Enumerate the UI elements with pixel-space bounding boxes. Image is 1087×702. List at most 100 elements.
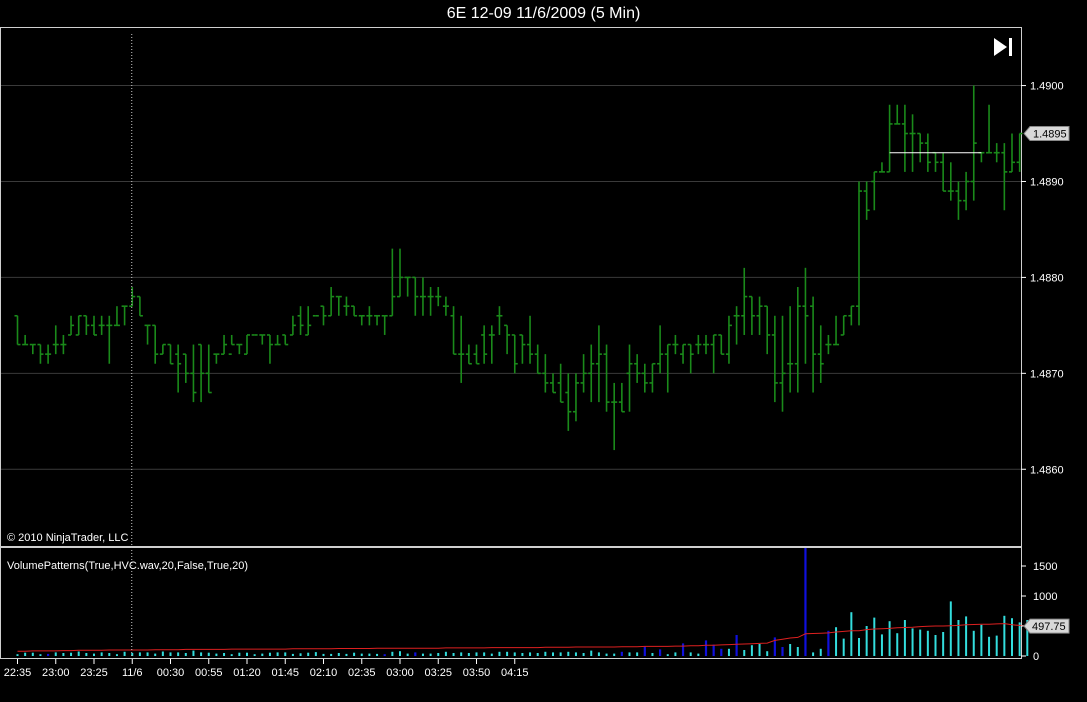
skip-to-end-icon[interactable] <box>991 35 1017 59</box>
ohlc-bar <box>657 325 664 374</box>
ohlc-bar <box>504 324 511 355</box>
ohlc-bar <box>511 334 518 374</box>
ohlc-bar <box>236 343 243 355</box>
ohlc-bar <box>297 306 304 335</box>
ohlc-bar <box>970 85 977 201</box>
price-tick-label: 1.4880 <box>1030 272 1064 284</box>
ohlc-bar <box>634 354 641 383</box>
ohlc-bar <box>244 334 250 355</box>
volume-moving-average <box>17 623 1028 652</box>
ohlc-bar <box>152 324 159 364</box>
ohlc-bar <box>572 373 579 422</box>
ohlc-bar <box>83 314 90 335</box>
copyright-text: © 2010 NinjaTrader, LLC <box>7 532 128 544</box>
time-axis[interactable]: 22:35 23:00 23:25 11/6 00:30 00:55 01:20 01:45 0… <box>4 659 529 679</box>
price-tick-label: 1.4870 <box>1030 368 1064 380</box>
ohlc-bar <box>748 295 755 335</box>
ohlc-bar <box>397 248 403 298</box>
ohlc-bar <box>175 344 182 393</box>
ohlc-bar <box>366 306 373 326</box>
ohlc-bar <box>603 344 610 412</box>
ohlc-bar <box>725 315 732 364</box>
time-tick-label: 23:25 <box>80 667 108 679</box>
ohlc-bar <box>45 344 52 364</box>
ohlc-bar <box>825 334 832 355</box>
time-tick-label: 23:00 <box>42 667 70 679</box>
ohlc-bar <box>435 287 442 307</box>
ohlc-bars <box>14 85 1023 451</box>
ohlc-bar <box>136 295 143 317</box>
time-tick-label: 11/6 <box>122 667 143 679</box>
ohlc-bar <box>389 248 396 317</box>
ohlc-bar <box>419 277 426 316</box>
price-panel-frame <box>0 27 1022 547</box>
ohlc-bar <box>442 296 449 316</box>
price-axis[interactable]: 1.4860 1.4870 1.4880 1.4890 1.4900 1.4895 <box>1021 81 1070 477</box>
ohlc-bar <box>779 315 786 412</box>
ohlc-bar <box>259 334 266 345</box>
ohlc-bar <box>404 276 411 297</box>
time-tick-label: 03:50 <box>463 667 491 679</box>
ohlc-bar <box>488 325 495 364</box>
ohlc-bar <box>664 343 671 393</box>
time-tick-label: 02:10 <box>310 667 338 679</box>
time-tick-label: 02:35 <box>348 667 376 679</box>
ohlc-bar <box>565 373 572 431</box>
ohlc-bar <box>527 315 534 364</box>
ohlc-bar <box>986 104 993 154</box>
ohlc-bar <box>687 343 694 374</box>
price-tick-label: 1.4860 <box>1030 464 1064 476</box>
ohlc-bar <box>113 306 120 327</box>
time-tick-label: 03:25 <box>424 667 452 679</box>
ohlc-bar <box>993 143 1000 163</box>
ohlc-bar <box>91 315 97 336</box>
ohlc-bar <box>878 162 885 173</box>
ohlc-bar <box>221 334 228 355</box>
ohlc-bar <box>626 344 633 412</box>
ohlc-bar <box>159 343 166 355</box>
ohlc-bar <box>901 104 908 172</box>
time-tick-label: 00:30 <box>157 667 185 679</box>
ohlc-bar <box>817 325 824 383</box>
ohlc-bar <box>840 314 847 336</box>
ohlc-bar <box>473 344 480 365</box>
ohlc-bar <box>802 267 809 364</box>
last-price-value: 1.4895 <box>1033 129 1067 141</box>
price-grid <box>1 85 1021 470</box>
ohlc-bar <box>932 151 939 172</box>
ohlc-bar <box>144 324 151 345</box>
ohlc-bar <box>917 132 924 163</box>
ohlc-bar <box>205 344 212 394</box>
ohlc-bar <box>909 114 916 172</box>
ohlc-bar <box>289 315 296 336</box>
ohlc-bar <box>37 343 44 364</box>
ohlc-bar <box>863 181 870 220</box>
ohlc-bar <box>282 334 289 346</box>
chart-canvas[interactable]: 1.48601.48701.48801.48901.49001.4895 050… <box>0 0 1087 702</box>
ohlc-bar <box>481 325 488 364</box>
time-tick-label: 22:35 <box>4 667 32 679</box>
ohlc-bar <box>787 306 794 393</box>
ohlc-bar <box>427 287 434 316</box>
ohlc-bar <box>871 171 878 211</box>
ohlc-bar <box>343 296 350 316</box>
ohlc-bar <box>22 334 29 346</box>
indicator-label: VolumePatterns(True,HVC.wav,20,False,Tru… <box>7 560 248 572</box>
ohlc-bar <box>266 334 273 364</box>
volume-tick-label: 1000 <box>1033 591 1057 603</box>
time-tick-label: 03:00 <box>386 667 414 679</box>
ohlc-bar <box>98 315 105 335</box>
ohlc-bar <box>335 295 342 316</box>
ohlc-bar <box>1009 133 1015 173</box>
ohlc-bar <box>412 276 419 316</box>
ohlc-bar <box>894 104 901 125</box>
ohlc-bar <box>14 314 21 346</box>
ohlc-bar <box>228 334 235 355</box>
ohlc-bar <box>519 334 526 364</box>
ohlc-bar <box>756 296 763 335</box>
time-tick-label: 04:15 <box>501 667 529 679</box>
price-tick-label: 1.4900 <box>1030 81 1064 93</box>
ohlc-bar <box>328 287 335 317</box>
ohlc-bar <box>680 343 687 364</box>
ohlc-bar <box>672 334 679 355</box>
